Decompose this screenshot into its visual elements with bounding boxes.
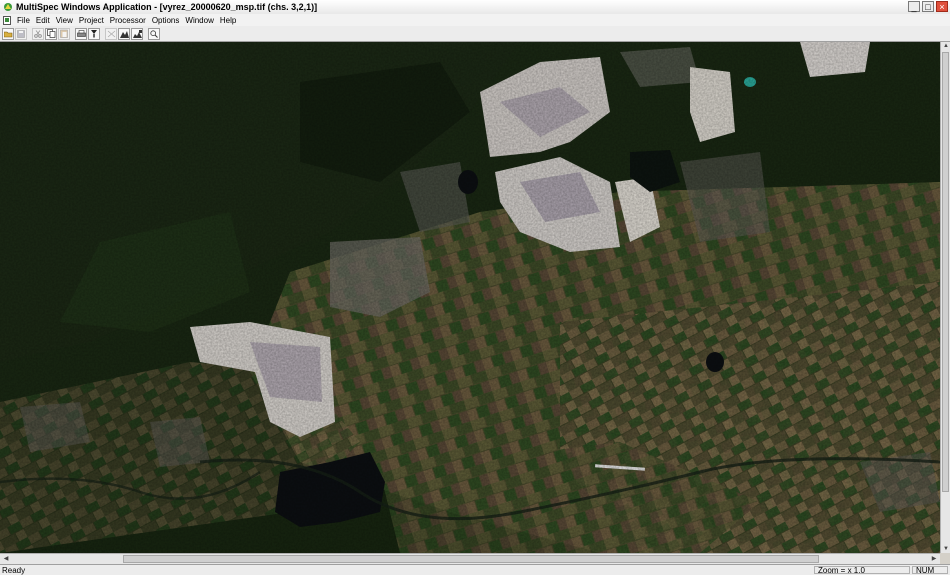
scroll-left-icon[interactable]: ◀ xyxy=(1,555,11,562)
close-button[interactable]: × xyxy=(936,1,948,12)
minimize-button[interactable]: _ xyxy=(908,1,920,12)
horizontal-scrollbar[interactable]: ◀ ▶ xyxy=(0,553,940,564)
window-title: MultiSpec Windows Application - [vyrez_2… xyxy=(16,2,318,12)
histogram-overlay-icon xyxy=(132,29,142,38)
menu-file[interactable]: File xyxy=(14,16,33,25)
cut-button[interactable] xyxy=(32,27,44,40)
status-zoom: Zoom = x 1.0 xyxy=(818,566,865,575)
zoom-out-icon xyxy=(107,30,116,38)
copy-icon xyxy=(46,29,56,38)
zoom-out-button[interactable] xyxy=(105,27,117,40)
info-icon xyxy=(90,29,98,38)
paste-button[interactable] xyxy=(58,27,70,40)
status-bar: Ready Zoom = x 1.0 NUM xyxy=(0,564,950,575)
copy-button[interactable] xyxy=(45,27,57,40)
status-num: NUM xyxy=(916,566,935,575)
horizontal-scroll-thumb[interactable] xyxy=(123,555,819,563)
toolbar xyxy=(0,26,950,42)
info-button[interactable] xyxy=(88,27,100,40)
open-button[interactable] xyxy=(2,27,14,40)
satellite-image[interactable] xyxy=(0,42,940,553)
menu-window[interactable]: Window xyxy=(182,16,216,25)
histogram-icon xyxy=(119,30,129,38)
save-icon xyxy=(17,29,25,38)
print-icon xyxy=(76,29,86,38)
cut-icon xyxy=(34,29,42,38)
scroll-right-icon[interactable]: ▶ xyxy=(929,555,939,562)
open-icon xyxy=(3,30,13,38)
restore-button[interactable]: □ xyxy=(922,1,934,12)
title-bar: MultiSpec Windows Application - [vyrez_2… xyxy=(0,0,950,15)
app-icon xyxy=(3,2,13,12)
zoom-tool-button[interactable] xyxy=(148,27,160,40)
menu-bar: File Edit View Project Processor Options… xyxy=(0,14,950,26)
menu-project[interactable]: Project xyxy=(76,16,107,25)
save-button[interactable] xyxy=(15,27,27,40)
print-button[interactable] xyxy=(75,27,87,40)
menu-view[interactable]: View xyxy=(53,16,76,25)
image-view[interactable] xyxy=(0,42,940,553)
scroll-up-icon[interactable]: ▲ xyxy=(941,43,950,49)
zoom-tool-icon xyxy=(150,29,158,38)
vertical-scroll-thumb[interactable] xyxy=(942,52,949,492)
status-ready: Ready xyxy=(2,566,26,575)
scrollbar-corner xyxy=(940,553,950,564)
scroll-down-icon[interactable]: ▼ xyxy=(941,546,950,552)
histogram-button[interactable] xyxy=(118,27,130,40)
menu-options[interactable]: Options xyxy=(149,16,183,25)
menu-edit[interactable]: Edit xyxy=(33,16,53,25)
vertical-scrollbar[interactable]: ▲ ▼ xyxy=(940,42,950,553)
menu-help[interactable]: Help xyxy=(217,16,239,25)
document-icon[interactable] xyxy=(3,15,11,25)
menu-processor[interactable]: Processor xyxy=(107,16,149,25)
histogram-overlay-button[interactable] xyxy=(131,27,143,40)
paste-icon xyxy=(60,29,68,38)
